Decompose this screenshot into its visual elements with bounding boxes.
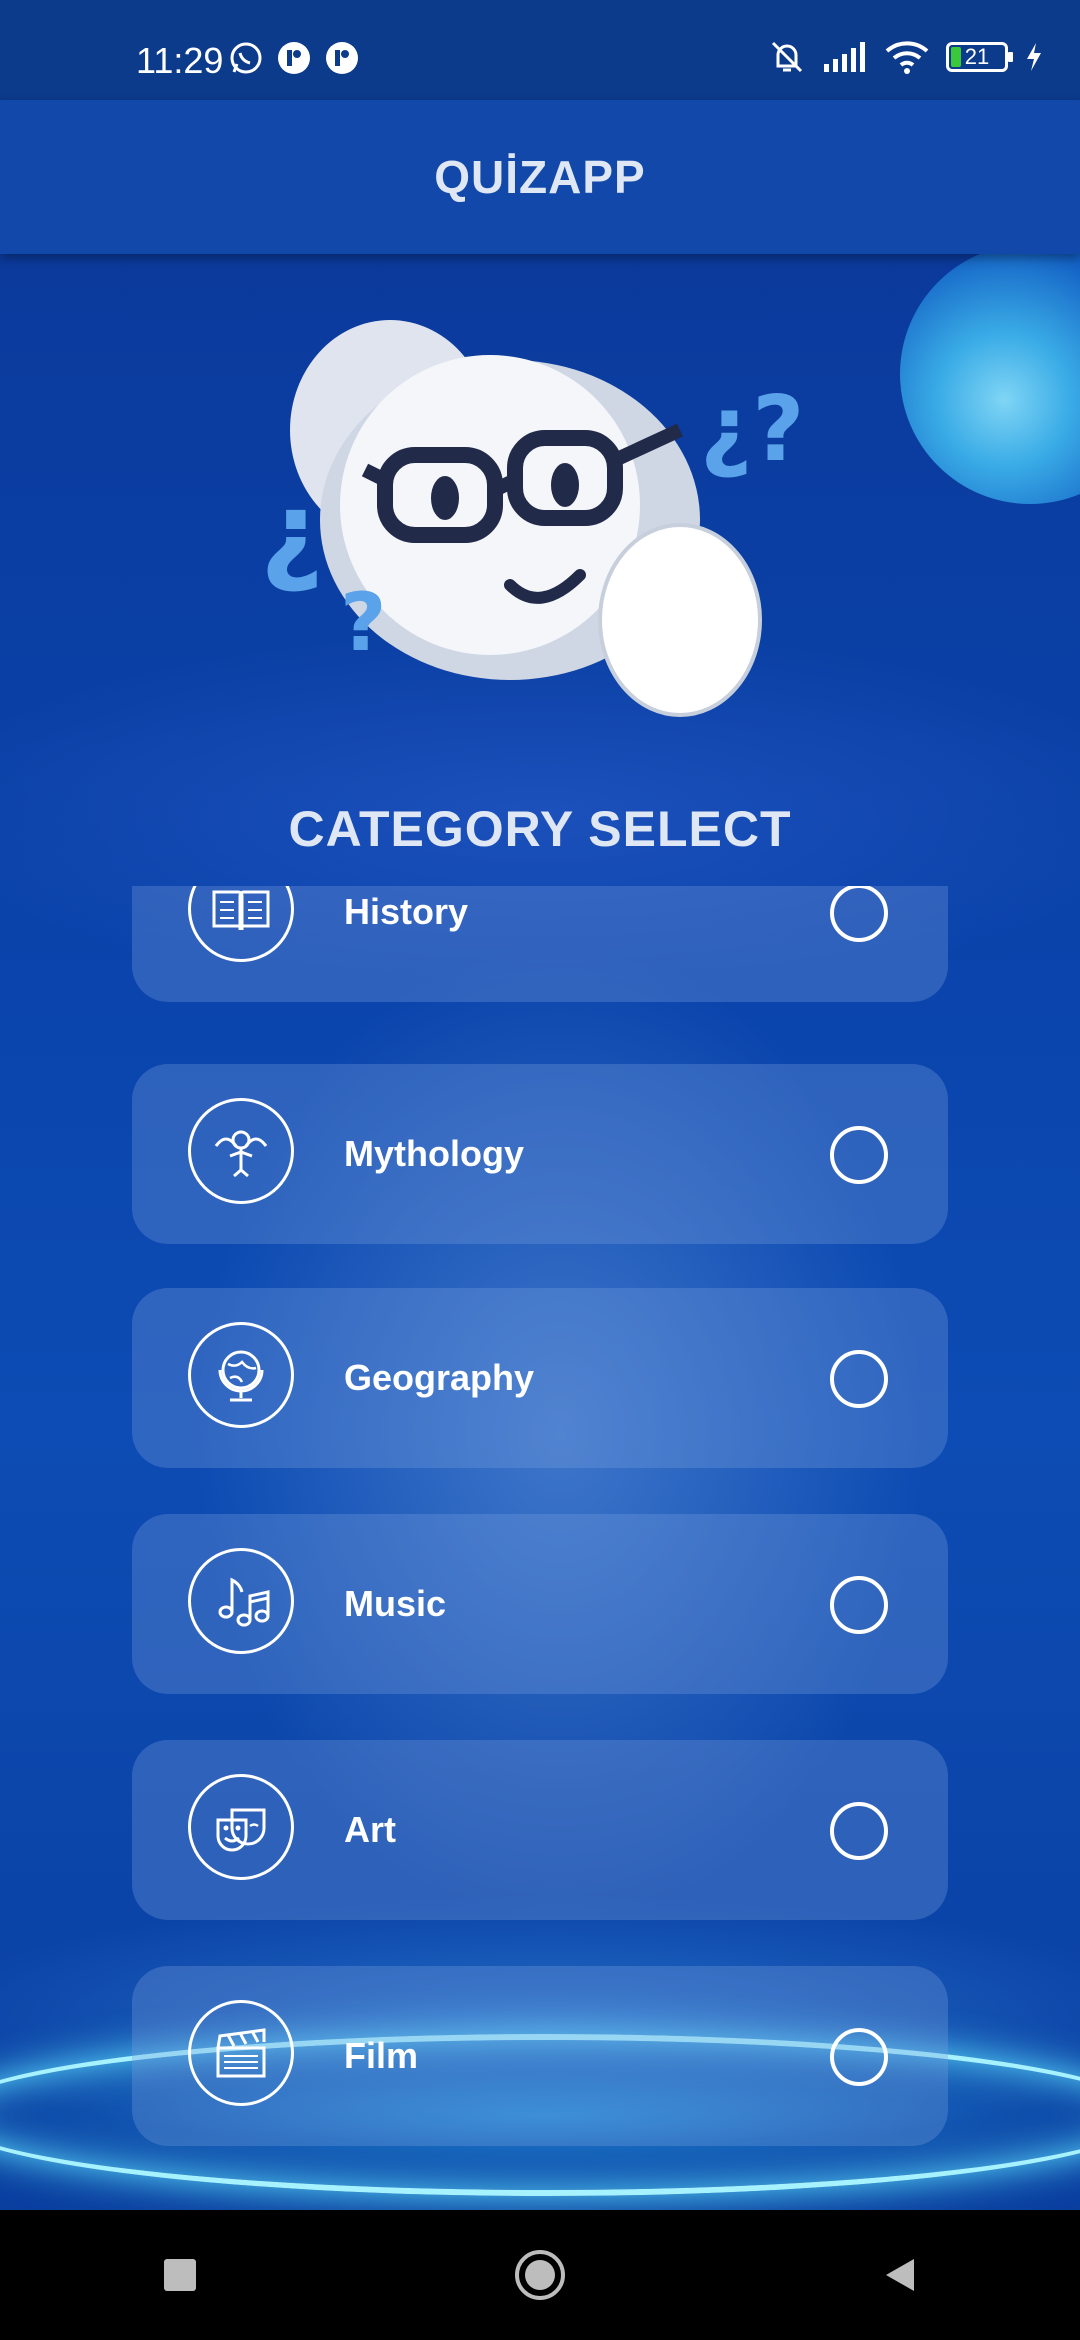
- category-item-geography[interactable]: Geography: [132, 1288, 948, 1468]
- category-item-mythology[interactable]: Mythology: [132, 1064, 948, 1244]
- back-icon: [886, 2259, 914, 2291]
- system-nav-bar: [0, 2210, 1080, 2340]
- category-list[interactable]: History Mythology Geography Music Art Fi…: [0, 886, 1080, 2210]
- theater-masks-icon: [188, 1774, 294, 1880]
- category-label: Art: [344, 1809, 396, 1850]
- category-label: History: [344, 891, 469, 932]
- category-select-title: CATEGORY SELECT: [288, 801, 792, 857]
- category-radio[interactable]: [830, 886, 888, 942]
- book-icon: [188, 886, 294, 962]
- category-item-film[interactable]: Film: [132, 1966, 948, 2146]
- clapperboard-icon: [188, 2000, 294, 2106]
- category-radio[interactable]: [830, 2028, 888, 2086]
- signal-icon: [824, 42, 865, 72]
- status-left-icons: [228, 40, 360, 76]
- status-time: 11:29: [136, 40, 224, 81]
- back-button[interactable]: [855, 2230, 945, 2320]
- category-item-history[interactable]: History: [132, 886, 948, 1002]
- app-notification-icon: [326, 42, 358, 74]
- whatsapp-icon: [230, 42, 262, 74]
- app-title: QUİZAPP: [434, 151, 646, 203]
- recents-button[interactable]: [135, 2230, 225, 2320]
- category-label: Geography: [344, 1357, 535, 1398]
- category-radio[interactable]: [830, 1350, 888, 1408]
- status-right-icons: 21: [768, 38, 1044, 76]
- charging-icon: [1027, 43, 1041, 71]
- app-bar: QUİZAPP: [0, 100, 1080, 254]
- home-icon: [515, 2250, 565, 2300]
- category-radio[interactable]: [830, 1576, 888, 1634]
- svg-text:¿: ¿: [260, 468, 324, 596]
- category-radio[interactable]: [830, 1802, 888, 1860]
- category-label: Music: [344, 1583, 447, 1624]
- category-item-music[interactable]: Music: [132, 1514, 948, 1694]
- category-radio[interactable]: [830, 1126, 888, 1184]
- status-bar: 11:29 21: [0, 0, 1080, 100]
- category-label: Mythology: [344, 1133, 524, 1174]
- app-notification-icon: [278, 42, 310, 74]
- mascot-illustration: ¿ ? ¿?: [260, 320, 804, 717]
- music-notes-icon: [188, 1548, 294, 1654]
- wifi-icon: [885, 41, 929, 74]
- mute-icon: [771, 41, 803, 73]
- svg-text:¿?: ¿?: [700, 377, 804, 482]
- svg-text:?: ?: [340, 576, 386, 669]
- category-label: Film: [344, 2035, 419, 2076]
- category-item-art[interactable]: Art: [132, 1740, 948, 1920]
- globe-icon: [188, 1322, 294, 1428]
- globe-decoration: [900, 254, 1080, 504]
- mythology-icon: [188, 1098, 294, 1204]
- battery-icon: 21: [946, 42, 1013, 72]
- recents-icon: [164, 2259, 196, 2291]
- home-button[interactable]: [495, 2230, 585, 2320]
